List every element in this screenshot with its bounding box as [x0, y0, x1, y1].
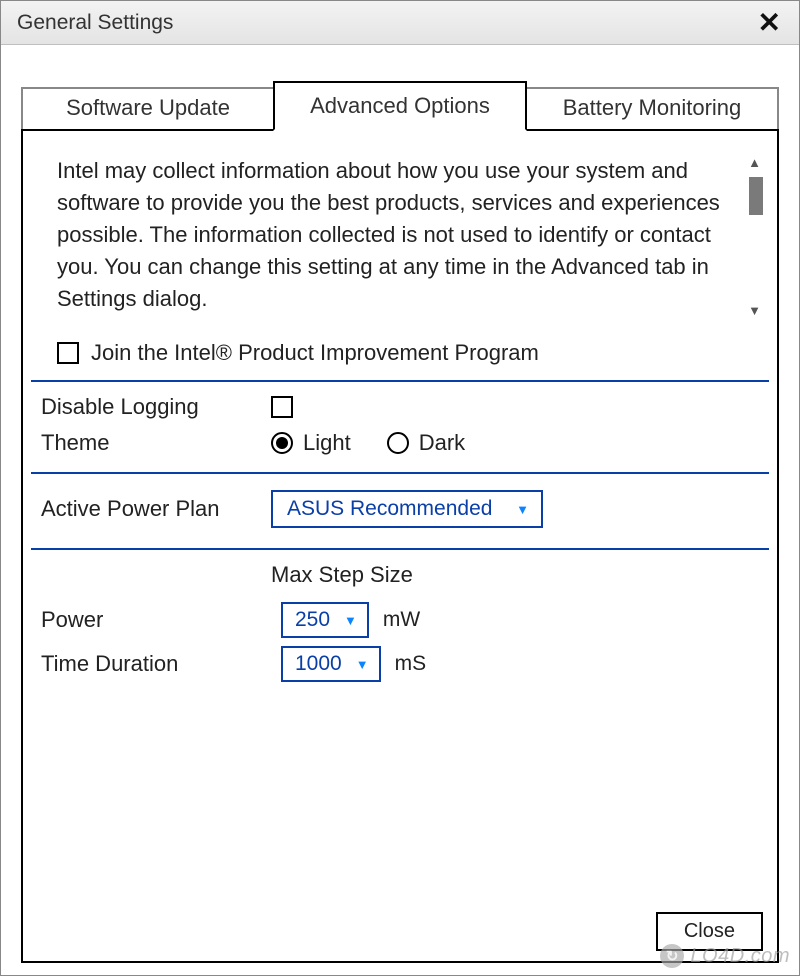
power-label: Power: [41, 607, 271, 633]
time-dropdown[interactable]: 1000 ▼: [281, 646, 381, 682]
theme-radio-group: Light Dark: [271, 430, 761, 456]
power-unit: mW: [379, 608, 761, 632]
caret-down-icon: ▼: [356, 657, 369, 672]
separator: [31, 380, 769, 382]
active-power-plan-label: Active Power Plan: [41, 496, 271, 522]
privacy-description: Intel may collect information about how …: [57, 155, 727, 314]
description-scrollarea: ▲ ▼ Intel may collect information about …: [31, 149, 769, 322]
theme-dark-label: Dark: [419, 430, 465, 456]
content-area: Software Update Advanced Options Battery…: [1, 45, 799, 975]
close-icon[interactable]: ✕: [752, 7, 787, 39]
settings-window: General Settings ✕ Software Update Advan…: [0, 0, 800, 976]
caret-down-icon: ▼: [516, 502, 529, 517]
theme-light-label: Light: [303, 430, 351, 456]
max-step-section: Max Step Size Power 250 ▼ mW Time Durati…: [31, 558, 769, 700]
active-power-plan-value: ASUS Recommended: [287, 497, 492, 521]
theme-radio-light[interactable]: Light: [271, 430, 351, 456]
join-program-row: Join the Intel® Product Improvement Prog…: [31, 340, 769, 374]
power-dropdown[interactable]: 250 ▼: [281, 602, 369, 638]
tab-software-update[interactable]: Software Update: [21, 87, 275, 129]
radio-dot-icon: [387, 432, 409, 454]
time-row: Time Duration 1000 ▼ mS: [41, 646, 761, 682]
max-step-size-label: Max Step Size: [271, 562, 761, 602]
time-unit: mS: [391, 652, 761, 676]
separator: [31, 472, 769, 474]
disable-logging-checkbox[interactable]: [271, 396, 293, 418]
radio-dot-icon: [271, 432, 293, 454]
logging-theme-section: Disable Logging Theme Light Dark: [31, 390, 769, 466]
disable-logging-label: Disable Logging: [41, 394, 271, 420]
tab-body: ▲ ▼ Intel may collect information about …: [21, 129, 779, 963]
join-program-label: Join the Intel® Product Improvement Prog…: [91, 340, 539, 366]
power-row: Power 250 ▼ mW: [41, 602, 761, 638]
power-value: 250: [295, 608, 330, 632]
window-title: General Settings: [17, 11, 752, 35]
scroll-down-icon[interactable]: ▼: [748, 303, 761, 318]
titlebar: General Settings ✕: [1, 1, 799, 45]
tab-battery-monitoring[interactable]: Battery Monitoring: [525, 87, 779, 129]
scroll-up-icon[interactable]: ▲: [748, 155, 761, 170]
close-button[interactable]: Close: [656, 912, 763, 951]
dialog-footer: Close: [31, 906, 769, 953]
separator: [31, 548, 769, 550]
theme-label: Theme: [41, 430, 271, 456]
active-power-plan-dropdown[interactable]: ASUS Recommended ▼: [271, 490, 543, 528]
tabs: Software Update Advanced Options Battery…: [21, 81, 779, 129]
join-program-checkbox[interactable]: [57, 342, 79, 364]
tab-advanced-options[interactable]: Advanced Options: [273, 81, 527, 131]
power-plan-section: Active Power Plan ASUS Recommended ▼: [31, 482, 769, 542]
time-duration-label: Time Duration: [41, 651, 271, 677]
scrollbar-thumb[interactable]: [749, 177, 763, 215]
time-value: 1000: [295, 652, 342, 676]
theme-radio-dark[interactable]: Dark: [387, 430, 465, 456]
caret-down-icon: ▼: [344, 613, 357, 628]
